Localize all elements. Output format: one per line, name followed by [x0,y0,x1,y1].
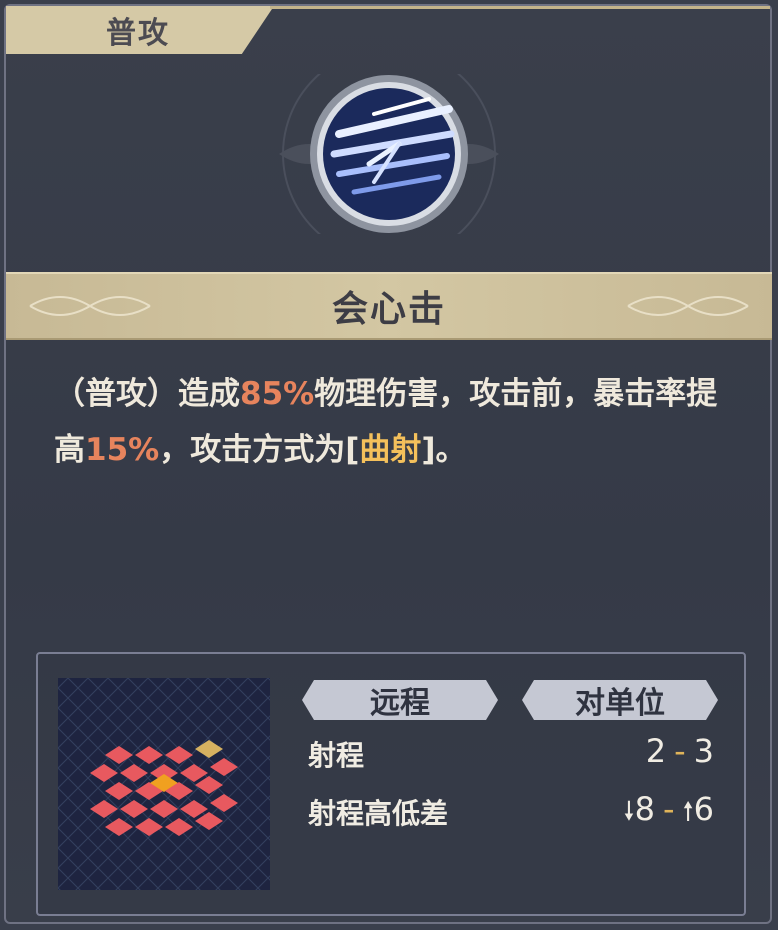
skill-name-banner: 会心击 [6,272,772,340]
range-type-label: 远程 [370,686,430,721]
range-max: 3 [693,732,714,770]
height-diff-value: 🠗8- 🠕6 [623,790,714,837]
height-dash: - [662,790,675,828]
range-dash: - [674,732,686,770]
right-ornament-icon [627,296,749,316]
height-up: 6 [693,790,714,828]
range-min: 2 [645,732,667,770]
skill-description: （普攻）造成85%物理伤害，攻击前，暴击率提高15%，攻击方式为[曲射]。 [54,366,724,478]
range-grid [58,678,270,890]
height-diff-label: 射程高低差 [308,797,449,830]
desc-part: ，攻击方式为[ [159,432,360,468]
desc-part: ]。 [421,432,467,468]
skill-name: 会心击 [331,288,446,330]
damage-percent: 85% [240,376,315,412]
feather-strike-icon [279,47,499,261]
arrow-up-icon: 🠕 [682,797,694,827]
attack-mode: 曲射 [359,432,422,468]
range-value: 2-3 [646,732,714,770]
range-grid-diagram [58,678,270,890]
height-down: 8 [634,790,655,828]
range-label: 射程 [308,739,365,772]
tab-divider [270,6,770,9]
tag-range-type: 远程 [302,680,498,720]
desc-part: （普攻）造成 [54,376,240,412]
skill-icon-wrap [279,47,499,261]
target-type-label: 对单位 [575,686,665,721]
tag-target-type: 对单位 [522,680,718,720]
tab-label: 普攻 [106,16,170,51]
tab-basic-attack[interactable]: 普攻 [6,6,274,54]
crit-percent: 15% [85,432,160,468]
left-ornament-icon [29,296,151,316]
arrow-down-icon: 🠗 [623,797,635,827]
